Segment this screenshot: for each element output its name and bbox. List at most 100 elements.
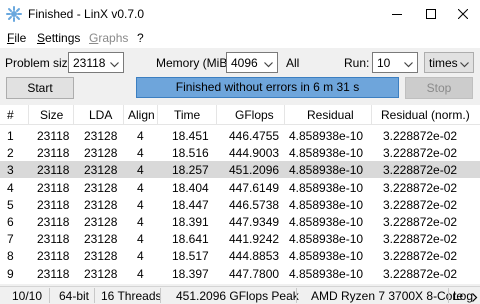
table-cell: 4 [137, 232, 144, 247]
table-row[interactable]: 2 23118 23128 4 18.516 444.9003 4.858938e-10 3.… [0, 144, 480, 161]
table-cell: 23128 [84, 163, 118, 178]
table-cell: 18.404 [172, 180, 209, 195]
table-row[interactable]: 7 23118 23128 4 18.641 441.9242 4.858938e-10 3.… [0, 230, 480, 247]
table-cell: 4.858938e-10 [289, 129, 364, 143]
table-cell: 5 [7, 197, 14, 212]
table-cell: 7 [7, 232, 14, 247]
table-cell: 3.228872e-02 [383, 249, 458, 264]
menu-file[interactable]: File [7, 31, 26, 45]
column-header-size[interactable]: Size [40, 108, 63, 122]
chevron-down-icon [264, 59, 273, 71]
column-header-align[interactable]: Align [128, 108, 155, 122]
table-cell: 23118 [37, 249, 70, 264]
table-cell: 23118 [37, 163, 70, 178]
table-cell: 18.451 [172, 129, 209, 143]
close-icon [458, 9, 468, 19]
table-cell: 23128 [84, 180, 118, 195]
status-message: Finished without errors in 6 m 31 s [136, 77, 399, 98]
progress-count: 10/10 [12, 289, 43, 303]
minimize-button[interactable] [380, 0, 414, 28]
table-cell: 4 [137, 215, 144, 229]
table-cell: 4 [137, 129, 144, 143]
table-cell: 18.517 [172, 249, 209, 264]
table-cell: 23118 [37, 215, 70, 229]
column-header-residual[interactable]: Residual [307, 108, 354, 122]
title-bar: Finished - LinX v0.7.0 [0, 0, 480, 28]
menu-settings[interactable]: Settings [37, 31, 80, 45]
close-button[interactable] [446, 0, 480, 28]
table-cell: 447.9349 [229, 215, 280, 229]
table-row[interactable]: 9 23118 23128 4 18.397 447.7800 4.858938e-10 3.… [0, 265, 480, 282]
table-cell: 3.228872e-02 [383, 163, 458, 178]
menu-graphs[interactable]: Graphs [89, 31, 128, 45]
table-cell: 4.858938e-10 [289, 232, 364, 247]
table-cell: 23128 [84, 266, 118, 281]
threads-label: 16 Threads [101, 289, 162, 303]
table-cell: 451.2096 [229, 163, 280, 178]
chevron-right-icon[interactable] [472, 291, 478, 304]
table-cell: 3.228872e-02 [383, 197, 458, 212]
table-cell: 18.641 [172, 232, 209, 247]
table-cell: 4 [137, 249, 144, 264]
table-cell: 3.228872e-02 [383, 180, 458, 195]
table-row[interactable]: 3 23118 23128 4 18.257 451.2096 4.858938e-10 3.… [0, 161, 480, 179]
table-cell: 2 [7, 146, 14, 161]
run-unit-combo[interactable]: times [424, 52, 474, 73]
table-row[interactable]: 6 23118 23128 4 18.391 447.9349 4.858938e-10 3.… [0, 213, 480, 230]
run-count-combo[interactable]: 10 [372, 52, 418, 73]
table-header: # Size LDA Align Time GFlops Residual Re… [0, 105, 480, 125]
table-cell: 23118 [37, 129, 70, 143]
table-cell: 18.397 [172, 266, 209, 281]
window-title: Finished - LinX v0.7.0 [28, 7, 145, 21]
log-button[interactable]: Log [453, 289, 473, 303]
column-header-time[interactable]: Time [174, 108, 200, 122]
table-cell: 3.228872e-02 [383, 146, 458, 161]
table-cell: 4.858938e-10 [289, 146, 364, 161]
table-cell: 4 [137, 163, 144, 178]
table-cell: 23128 [84, 129, 118, 143]
start-button[interactable]: Start [6, 77, 74, 99]
table-cell: 446.4755 [229, 129, 280, 143]
table-cell: 23128 [84, 232, 118, 247]
table-cell: 6 [7, 215, 14, 229]
table-row[interactable]: 8 23118 23128 4 18.517 444.8853 4.858938e-10 3.… [0, 247, 480, 264]
table-cell: 23118 [37, 146, 70, 161]
table-cell: 447.7800 [229, 266, 280, 281]
table-row[interactable]: 102311823128418.333449.34244.858938e-103… [0, 282, 480, 285]
table-row[interactable]: 5 23118 23128 4 18.447 446.5738 4.858938e-10 3.… [0, 196, 480, 213]
menu-help[interactable]: ? [137, 31, 144, 45]
chevron-down-icon [404, 59, 413, 71]
problem-size-combo[interactable]: 23118 [68, 52, 124, 73]
table-cell: 23128 [84, 249, 118, 264]
column-header-index[interactable]: # [7, 108, 14, 122]
memory-label: Memory (MiB): [156, 56, 235, 70]
results-table: # Size LDA Align Time GFlops Residual Re… [0, 105, 480, 284]
column-header-gflops[interactable]: GFlops [235, 108, 274, 122]
table-cell: 18.391 [172, 215, 209, 229]
all-memory-label[interactable]: All [286, 56, 299, 70]
table-cell: 3.228872e-02 [383, 232, 458, 247]
memory-combo[interactable]: 4096 [226, 52, 278, 73]
column-header-lda[interactable]: LDA [89, 108, 112, 122]
table-cell: 4 [7, 180, 14, 195]
table-cell: 4 [137, 197, 144, 212]
table-cell: 23118 [37, 266, 70, 281]
table-cell: 18.516 [172, 146, 209, 161]
table-cell: 444.8853 [229, 249, 280, 264]
peak-gflops-label: 451.2096 GFlops Peak [176, 289, 299, 303]
linx-icon [6, 6, 22, 22]
stop-button[interactable]: Stop [405, 77, 473, 99]
table-cell: 1 [7, 129, 14, 143]
column-header-residual-norm[interactable]: Residual (norm.) [381, 108, 470, 122]
table-cell: 23128 [84, 215, 118, 229]
table-row[interactable]: 1 23118 23128 4 18.451 446.4755 4.858938e-10 3.… [0, 127, 480, 144]
maximize-icon [426, 9, 436, 19]
table-cell: 23118 [37, 232, 70, 247]
table-row[interactable]: 4 23118 23128 4 18.404 447.6149 4.858938e-10 3.… [0, 179, 480, 196]
table-cell: 18.447 [172, 197, 209, 212]
table-cell: 23118 [37, 180, 70, 195]
maximize-button[interactable] [414, 0, 448, 28]
table-cell: 4.858938e-10 [289, 180, 364, 195]
table-cell: 18.257 [172, 163, 209, 178]
table-cell: 3.228872e-02 [383, 215, 458, 229]
